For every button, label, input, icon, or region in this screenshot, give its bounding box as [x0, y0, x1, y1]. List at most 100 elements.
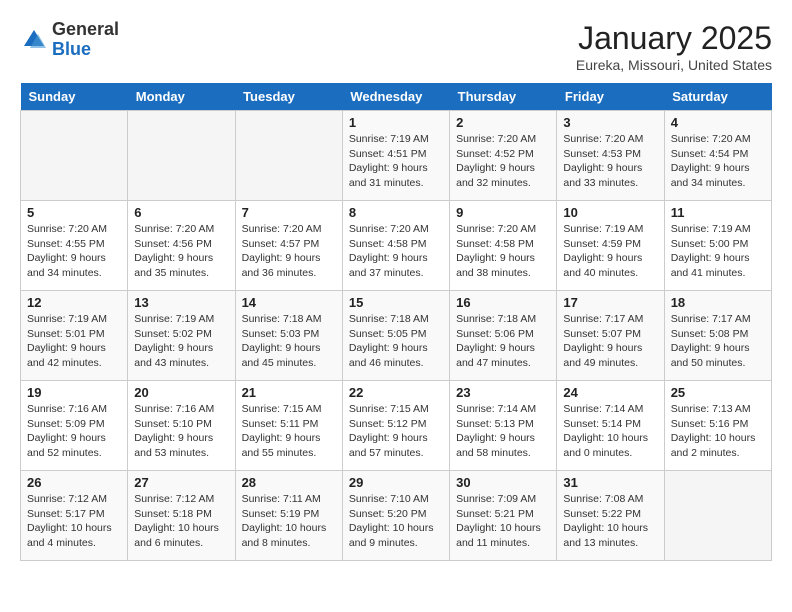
day-info: Sunrise: 7:10 AMSunset: 5:20 PMDaylight:…	[349, 492, 443, 551]
day-number: 17	[563, 295, 657, 310]
day-number: 20	[134, 385, 228, 400]
day-info: Sunrise: 7:19 AMSunset: 4:59 PMDaylight:…	[563, 222, 657, 281]
day-info: Sunrise: 7:18 AMSunset: 5:03 PMDaylight:…	[242, 312, 336, 371]
page-header: General Blue January 2025 Eureka, Missou…	[20, 20, 772, 73]
day-number: 21	[242, 385, 336, 400]
calendar-body: 1Sunrise: 7:19 AMSunset: 4:51 PMDaylight…	[21, 111, 772, 561]
calendar-cell: 28 Sunrise: 7:11 AMSunset: 5:19 PMDayligh…	[235, 471, 342, 561]
day-number: 6	[134, 205, 228, 220]
calendar-cell: 15 Sunrise: 7:18 AMSunset: 5:05 PMDayligh…	[342, 291, 449, 381]
day-info: Sunrise: 7:16 AMSunset: 5:09 PMDaylight:…	[27, 402, 121, 461]
day-number: 28	[242, 475, 336, 490]
logo-icon	[20, 26, 48, 54]
day-info: Sunrise: 7:09 AMSunset: 5:21 PMDaylight:…	[456, 492, 550, 551]
day-number: 5	[27, 205, 121, 220]
calendar-week-row: 1Sunrise: 7:19 AMSunset: 4:51 PMDaylight…	[21, 111, 772, 201]
day-info: Sunrise: 7:14 AMSunset: 5:14 PMDaylight:…	[563, 402, 657, 461]
calendar-cell: 27Sunrise: 7:12 AMSunset: 5:18 PMDayligh…	[128, 471, 235, 561]
day-number: 31	[563, 475, 657, 490]
day-info: Sunrise: 7:15 AMSunset: 5:12 PMDaylight:…	[349, 402, 443, 461]
calendar-cell: 26 Sunrise: 7:12 AMSunset: 5:17 PMDayligh…	[21, 471, 128, 561]
header-wednesday: Wednesday	[342, 83, 449, 111]
calendar-cell: 8 Sunrise: 7:20 AMSunset: 4:58 PMDaylight…	[342, 201, 449, 291]
day-number: 26	[27, 475, 121, 490]
calendar-cell	[21, 111, 128, 201]
day-number: 14	[242, 295, 336, 310]
day-info: Sunrise: 7:20 AMSunset: 4:58 PMDaylight:…	[456, 222, 550, 281]
calendar-cell: 22 Sunrise: 7:15 AMSunset: 5:12 PMDayligh…	[342, 381, 449, 471]
calendar-cell: 16Sunrise: 7:18 AMSunset: 5:06 PMDayligh…	[450, 291, 557, 381]
calendar-cell: 23 Sunrise: 7:14 AMSunset: 5:13 PMDayligh…	[450, 381, 557, 471]
calendar-cell: 24 Sunrise: 7:14 AMSunset: 5:14 PMDayligh…	[557, 381, 664, 471]
day-info: Sunrise: 7:12 AMSunset: 5:17 PMDaylight:…	[27, 492, 121, 551]
calendar-cell: 31 Sunrise: 7:08 AMSunset: 5:22 PMDayligh…	[557, 471, 664, 561]
calendar-cell: 17Sunrise: 7:17 AMSunset: 5:07 PMDayligh…	[557, 291, 664, 381]
header-thursday: Thursday	[450, 83, 557, 111]
day-number: 15	[349, 295, 443, 310]
calendar-cell: 2 Sunrise: 7:20 AMSunset: 4:52 PMDaylight…	[450, 111, 557, 201]
day-info: Sunrise: 7:20 AMSunset: 4:54 PMDaylight:…	[671, 132, 765, 191]
calendar-cell: 10 Sunrise: 7:19 AMSunset: 4:59 PMDayligh…	[557, 201, 664, 291]
calendar-cell	[235, 111, 342, 201]
calendar-subtitle: Eureka, Missouri, United States	[576, 57, 772, 73]
calendar-cell: 25 Sunrise: 7:13 AMSunset: 5:16 PMDayligh…	[664, 381, 771, 471]
calendar-table: Sunday Monday Tuesday Wednesday Thursday…	[20, 83, 772, 561]
day-number: 22	[349, 385, 443, 400]
logo: General Blue	[20, 20, 119, 60]
day-info: Sunrise: 7:14 AMSunset: 5:13 PMDaylight:…	[456, 402, 550, 461]
header-friday: Friday	[557, 83, 664, 111]
day-number: 23	[456, 385, 550, 400]
calendar-cell: 30 Sunrise: 7:09 AMSunset: 5:21 PMDayligh…	[450, 471, 557, 561]
header-saturday: Saturday	[664, 83, 771, 111]
calendar-cell: 20 Sunrise: 7:16 AMSunset: 5:10 PMDayligh…	[128, 381, 235, 471]
day-number: 13	[134, 295, 228, 310]
day-info: Sunrise: 7:20 AMSunset: 4:56 PMDaylight:…	[134, 222, 228, 281]
day-info: Sunrise: 7:11 AMSunset: 5:19 PMDaylight:…	[242, 492, 336, 551]
day-number: 8	[349, 205, 443, 220]
day-info: Sunrise: 7:08 AMSunset: 5:22 PMDaylight:…	[563, 492, 657, 551]
day-number: 9	[456, 205, 550, 220]
day-number: 18	[671, 295, 765, 310]
day-number: 11	[671, 205, 765, 220]
day-number: 19	[27, 385, 121, 400]
day-info: Sunrise: 7:18 AMSunset: 5:05 PMDaylight:…	[349, 312, 443, 371]
calendar-week-row: 19 Sunrise: 7:16 AMSunset: 5:09 PMDayligh…	[21, 381, 772, 471]
day-info: Sunrise: 7:15 AMSunset: 5:11 PMDaylight:…	[242, 402, 336, 461]
day-info: Sunrise: 7:20 AMSunset: 4:57 PMDaylight:…	[242, 222, 336, 281]
day-info: Sunrise: 7:19 AMSunset: 5:00 PMDaylight:…	[671, 222, 765, 281]
day-number: 16	[456, 295, 550, 310]
calendar-cell: 21 Sunrise: 7:15 AMSunset: 5:11 PMDayligh…	[235, 381, 342, 471]
day-info: Sunrise: 7:20 AMSunset: 4:52 PMDaylight:…	[456, 132, 550, 191]
day-number: 3	[563, 115, 657, 130]
day-number: 4	[671, 115, 765, 130]
day-number: 10	[563, 205, 657, 220]
day-info: Sunrise: 7:19 AMSunset: 5:02 PMDaylight:…	[134, 312, 228, 371]
day-info: Sunrise: 7:13 AMSunset: 5:16 PMDaylight:…	[671, 402, 765, 461]
day-info: Sunrise: 7:20 AMSunset: 4:53 PMDaylight:…	[563, 132, 657, 191]
calendar-cell: 6 Sunrise: 7:20 AMSunset: 4:56 PMDaylight…	[128, 201, 235, 291]
day-number: 25	[671, 385, 765, 400]
header-sunday: Sunday	[21, 83, 128, 111]
day-number: 24	[563, 385, 657, 400]
day-info: Sunrise: 7:20 AMSunset: 4:58 PMDaylight:…	[349, 222, 443, 281]
logo-general-text: General	[52, 20, 119, 40]
day-number: 7	[242, 205, 336, 220]
day-number: 29	[349, 475, 443, 490]
calendar-cell: 7 Sunrise: 7:20 AMSunset: 4:57 PMDaylight…	[235, 201, 342, 291]
day-number: 27	[134, 475, 228, 490]
day-info: Sunrise: 7:19 AMSunset: 5:01 PMDaylight:…	[27, 312, 121, 371]
calendar-cell: 12 Sunrise: 7:19 AMSunset: 5:01 PMDayligh…	[21, 291, 128, 381]
calendar-cell: 18 Sunrise: 7:17 AMSunset: 5:08 PMDayligh…	[664, 291, 771, 381]
day-number: 12	[27, 295, 121, 310]
day-number: 30	[456, 475, 550, 490]
header-tuesday: Tuesday	[235, 83, 342, 111]
calendar-cell: 29 Sunrise: 7:10 AMSunset: 5:20 PMDayligh…	[342, 471, 449, 561]
title-block: January 2025 Eureka, Missouri, United St…	[576, 20, 772, 73]
day-info: Sunrise: 7:16 AMSunset: 5:10 PMDaylight:…	[134, 402, 228, 461]
day-number: 2	[456, 115, 550, 130]
calendar-cell: 3 Sunrise: 7:20 AMSunset: 4:53 PMDaylight…	[557, 111, 664, 201]
calendar-cell	[664, 471, 771, 561]
calendar-week-row: 12 Sunrise: 7:19 AMSunset: 5:01 PMDayligh…	[21, 291, 772, 381]
day-info: Sunrise: 7:17 AMSunset: 5:08 PMDaylight:…	[671, 312, 765, 371]
calendar-cell	[128, 111, 235, 201]
